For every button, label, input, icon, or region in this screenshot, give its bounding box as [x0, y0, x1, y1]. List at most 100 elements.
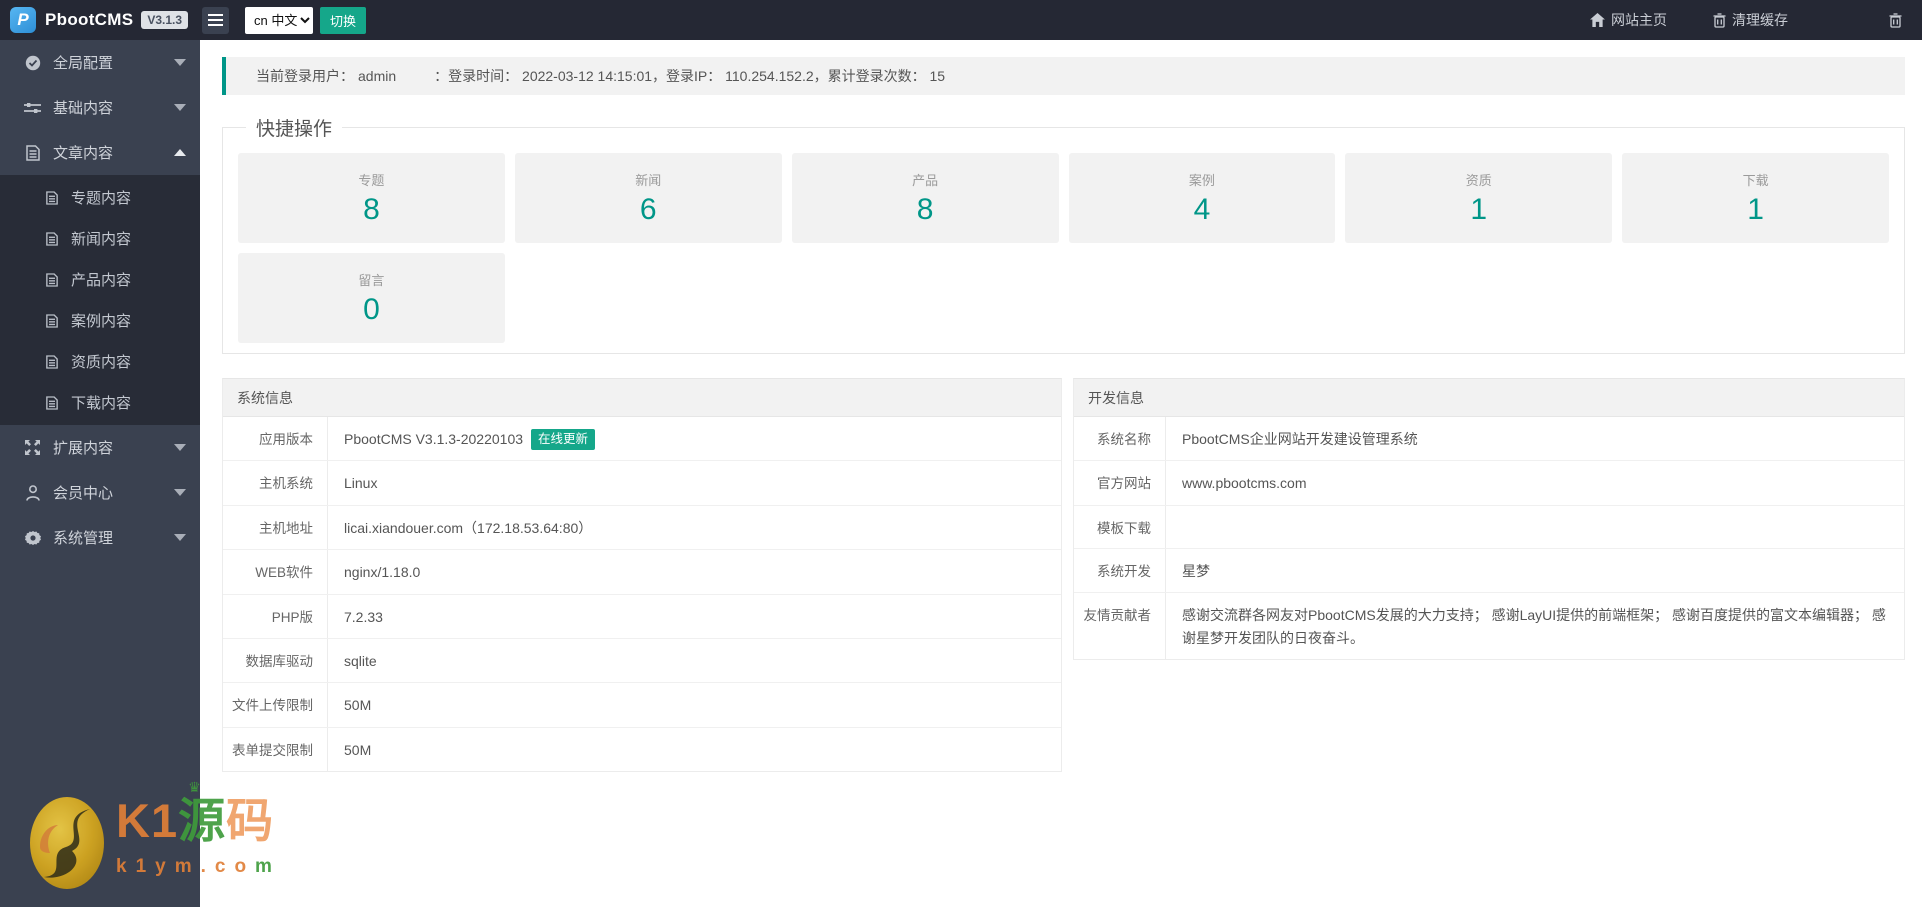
- file-text-icon: [44, 395, 59, 410]
- trash-icon: [1713, 12, 1726, 28]
- card-topic[interactable]: 专题 8: [238, 153, 505, 243]
- row-value: 50M: [344, 741, 372, 758]
- table-row: 文件上传限制 50M: [223, 683, 1061, 728]
- clear-cache-label: 清理缓存: [1732, 12, 1788, 28]
- row-value: sqlite: [344, 652, 377, 669]
- table-row: 系统名称 PbootCMS企业网站开发建设管理系统: [1074, 417, 1904, 462]
- sliders-icon: [24, 101, 41, 115]
- login-details: ：登录时间： 2022-03-12 14:15:01，登录IP： 110.254…: [434, 68, 946, 84]
- row-label: 主机地址: [223, 505, 328, 550]
- dev-info-table: 开发信息 系统名称 PbootCMS企业网站开发建设管理系统 官方网站 www.…: [1073, 378, 1905, 660]
- sidebar-subitem-label: 资质内容: [71, 354, 132, 371]
- row-label: 模板下载: [1074, 505, 1166, 548]
- row-value: [1166, 506, 1904, 548]
- row-value: 50M: [344, 697, 372, 714]
- system-info-title: 系统信息: [223, 379, 1061, 417]
- row-label: WEB软件: [223, 550, 328, 594]
- row-label: 友情贡献者: [1074, 593, 1166, 659]
- sidebar-subitem-label: 案例内容: [71, 313, 132, 330]
- card-download[interactable]: 下载 1: [1622, 153, 1889, 243]
- chevron-down-icon: [174, 444, 186, 451]
- sidebar-item-article-content[interactable]: 文章内容: [0, 130, 200, 175]
- row-label: 表单提交限制: [223, 727, 328, 772]
- k1ym-watermark: K1源码 k1ym.com: [28, 795, 281, 891]
- chevron-down-icon: [174, 104, 186, 111]
- card-label: 产品: [912, 173, 939, 188]
- dev-info-title: 开发信息: [1074, 379, 1904, 417]
- sidebar-item-extend-content[interactable]: 扩展内容: [0, 425, 200, 470]
- row-value: licai.xiandouer.com（172.18.53.64:80）: [344, 519, 593, 536]
- sidebar-subitem-news[interactable]: 新闻内容: [0, 218, 200, 259]
- sidebar-item-label: 扩展内容: [53, 440, 114, 457]
- language-switch-button[interactable]: 切换: [320, 6, 367, 34]
- card-news[interactable]: 新闻 6: [514, 153, 782, 243]
- sidebar: 全局配置 基础内容 文章内容 专题内容 新闻内容 产品内容 案例内容 资质内容 …: [0, 40, 200, 907]
- card-case[interactable]: 案例 4: [1068, 153, 1336, 243]
- row-value: www.pbootcms.com: [1182, 475, 1307, 492]
- watermark-k1: K1: [116, 794, 179, 847]
- chevron-down-icon: [174, 534, 186, 541]
- row-label: 系统开发: [1074, 548, 1166, 593]
- login-info-bar: 当前登录用户： admin ：登录时间： 2022-03-12 14:15:01…: [222, 57, 1905, 95]
- sidebar-subitem-product[interactable]: 产品内容: [0, 259, 200, 300]
- globe-icon: [24, 55, 41, 71]
- row-label: 官方网站: [1074, 461, 1166, 505]
- login-user-label: 当前登录用户：: [256, 68, 354, 84]
- card-count: 1: [1470, 193, 1488, 226]
- quick-actions-title: 快捷操作: [256, 119, 333, 140]
- sidebar-item-label: 系统管理: [53, 530, 114, 547]
- sidebar-subitem-case[interactable]: 案例内容: [0, 300, 200, 341]
- file-text-icon: [44, 313, 59, 328]
- sidebar-subitem-certificate[interactable]: 资质内容: [0, 341, 200, 382]
- card-message[interactable]: 留言 0: [238, 253, 505, 343]
- site-home-link[interactable]: 网站主页: [1590, 10, 1667, 30]
- login-username: admin: [358, 68, 397, 84]
- table-row: 友情贡献者 感谢交流群各网友对PbootCMS发展的大力支持； 感谢LayUI提…: [1074, 593, 1904, 659]
- sidebar-item-basic-content[interactable]: 基础内容: [0, 85, 200, 130]
- main-content: 当前登录用户： admin ：登录时间： 2022-03-12 14:15:01…: [200, 40, 1922, 907]
- sidebar-subitem-topic[interactable]: 专题内容: [0, 177, 200, 218]
- card-label: 资质: [1465, 173, 1492, 188]
- row-value: 星梦: [1182, 562, 1210, 579]
- version-badge: V3.1.3: [141, 11, 189, 29]
- user-icon: [24, 484, 41, 501]
- table-row: 表单提交限制 50M: [223, 727, 1061, 772]
- row-value: PbootCMS企业网站开发建设管理系统: [1182, 431, 1418, 447]
- home-icon: [1590, 13, 1605, 27]
- card-certificate[interactable]: 资质 1: [1345, 153, 1613, 243]
- row-label: 数据库驱动: [223, 638, 328, 683]
- info-tables: 系统信息 应用版本 PbootCMS V3.1.3-20220103 在线更新 …: [222, 378, 1905, 773]
- online-update-button[interactable]: 在线更新: [531, 428, 596, 450]
- trash-icon-button[interactable]: [1889, 12, 1902, 28]
- hamburger-menu-icon[interactable]: [202, 6, 230, 34]
- site-home-label: 网站主页: [1611, 12, 1667, 28]
- clear-cache-link[interactable]: 清理缓存: [1713, 10, 1788, 30]
- row-label: 主机系统: [223, 461, 328, 505]
- row-label: PHP版: [223, 594, 328, 638]
- file-text-icon: [44, 231, 59, 246]
- sidebar-item-member-center[interactable]: 会员中心: [0, 470, 200, 515]
- sidebar-item-label: 基础内容: [53, 100, 114, 117]
- table-row: PHP版 7.2.33: [223, 594, 1061, 639]
- watermark-ma: 码: [226, 794, 275, 847]
- card-product[interactable]: 产品 8: [791, 153, 1059, 243]
- quick-action-cards: 专题 8 新闻 6 产品 8 案例 4 资质 1 下载 1 留言 0: [238, 153, 1889, 343]
- card-label: 新闻: [635, 173, 662, 188]
- row-label: 系统名称: [1074, 417, 1166, 461]
- card-count: 6: [639, 193, 657, 226]
- table-row: WEB软件 nginx/1.18.0: [223, 550, 1061, 595]
- row-value: PbootCMS V3.1.3-20220103 在线更新: [328, 417, 1061, 460]
- language-select[interactable]: cn 中文: [245, 6, 314, 34]
- sidebar-item-label: 会员中心: [53, 485, 114, 502]
- card-count: 1: [1747, 193, 1764, 226]
- watermark-yuan: 源: [178, 794, 226, 847]
- watermark-domain: k1ym.com: [116, 855, 281, 877]
- table-row: 主机地址 licai.xiandouer.com（172.18.53.64:80…: [223, 505, 1061, 551]
- row-label: 文件上传限制: [223, 683, 328, 727]
- sidebar-subitem-download[interactable]: 下载内容: [0, 382, 200, 423]
- table-row: 数据库驱动 sqlite: [223, 638, 1061, 684]
- sidebar-item-system-manage[interactable]: 系统管理: [0, 515, 200, 560]
- table-row: 官方网站 www.pbootcms.com: [1074, 461, 1904, 506]
- sidebar-item-global-config[interactable]: 全局配置: [0, 40, 200, 85]
- card-count: 0: [363, 293, 380, 326]
